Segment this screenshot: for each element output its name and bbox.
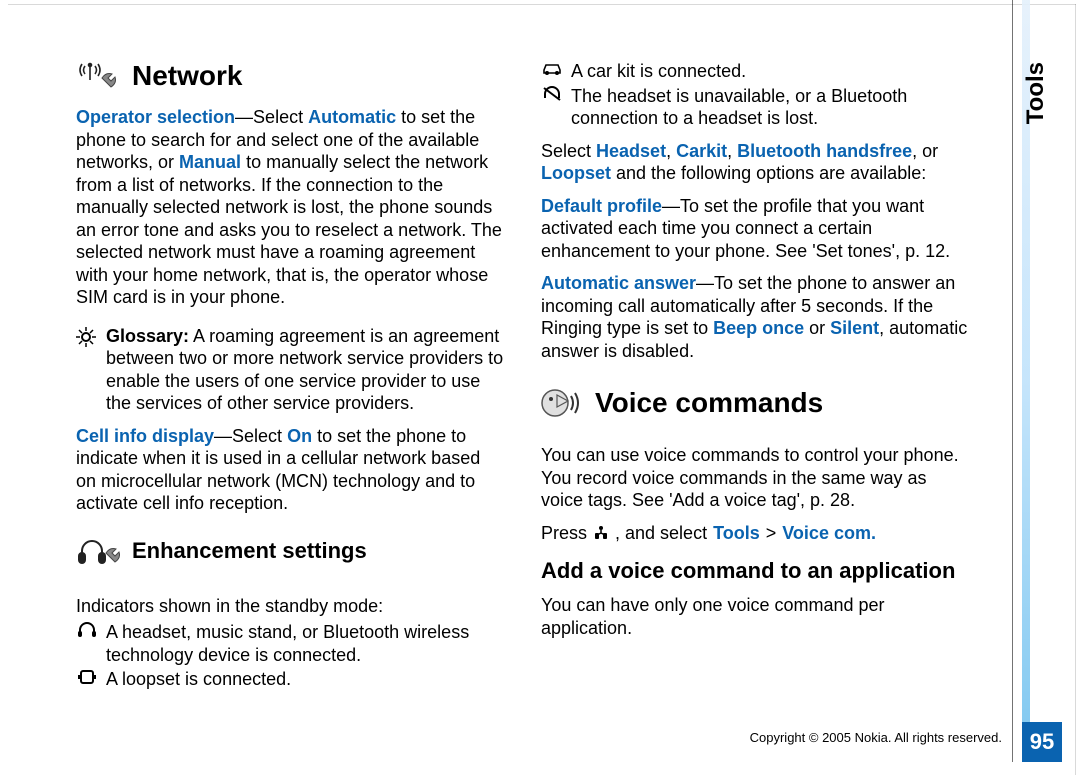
indicators-intro: Indicators shown in the standby mode: bbox=[76, 595, 505, 618]
headset-unavailable-icon bbox=[541, 86, 563, 102]
add-voice-command-text: You can have only one voice command per … bbox=[541, 594, 970, 639]
kw-manual: Manual bbox=[179, 152, 241, 172]
kw-default-profile: Default profile bbox=[541, 196, 662, 216]
select-enhancement-paragraph: Select Headset, Carkit, Bluetooth handsf… bbox=[541, 140, 970, 185]
kw-on: On bbox=[287, 426, 312, 446]
network-title: Network bbox=[132, 60, 242, 92]
headset-icon bbox=[76, 622, 98, 638]
kw-automatic: Automatic bbox=[308, 107, 396, 127]
carkit-icon bbox=[541, 61, 563, 75]
kw-bt-handsfree: Bluetooth handsfree bbox=[737, 141, 912, 161]
kw-silent: Silent bbox=[830, 318, 879, 338]
indicator-headset: A headset, music stand, or Bluetooth wir… bbox=[76, 621, 505, 666]
kw-cell-info-display: Cell info display bbox=[76, 426, 214, 446]
page-number: 95 bbox=[1022, 722, 1062, 762]
enhancement-heading: Enhancement settings bbox=[76, 535, 505, 567]
copyright-footer: Copyright © 2005 Nokia. All rights reser… bbox=[750, 730, 1002, 745]
kw-beep-once: Beep once bbox=[713, 318, 804, 338]
add-voice-command-subhead: Add a voice command to an application bbox=[541, 558, 970, 584]
right-column: A car kit is connected. The headset is u… bbox=[541, 60, 970, 708]
antenna-wrench-icon bbox=[76, 60, 120, 92]
automatic-answer-paragraph: Automatic answer—To set the phone to ans… bbox=[541, 272, 970, 362]
voice-face-icon bbox=[541, 386, 583, 420]
glossary-text: Glossary: A roaming agreement is an agre… bbox=[106, 325, 505, 415]
cell-info-paragraph: Cell info display—Select On to set the p… bbox=[76, 425, 505, 515]
enhancement-title: Enhancement settings bbox=[132, 538, 367, 564]
indicator-headset-unavailable: The headset is unavailable, or a Bluetoo… bbox=[541, 85, 970, 130]
voice-commands-title: Voice commands bbox=[595, 387, 823, 419]
voice-commands-heading: Voice commands bbox=[541, 386, 970, 420]
default-profile-paragraph: Default profile—To set the profile that … bbox=[541, 195, 970, 263]
kw-operator-selection: Operator selection bbox=[76, 107, 235, 127]
press-instruction: Press , and select Tools > Voice com. bbox=[541, 522, 970, 545]
headphones-wrench-icon bbox=[76, 535, 120, 567]
kw-headset: Headset bbox=[596, 141, 666, 161]
kw-carkit: Carkit bbox=[676, 141, 727, 161]
indicator-carkit: A car kit is connected. bbox=[541, 60, 970, 83]
left-column: Network Operator selection—Select Automa… bbox=[76, 60, 505, 708]
network-heading: Network bbox=[76, 60, 505, 92]
side-tab-label: Tools bbox=[1022, 62, 1050, 124]
loopset-icon bbox=[76, 669, 98, 685]
voice-commands-intro: You can use voice commands to control yo… bbox=[541, 444, 970, 512]
kw-loopset: Loopset bbox=[541, 163, 611, 183]
indicator-loopset: A loopset is connected. bbox=[76, 668, 505, 691]
glossary-block: Glossary: A roaming agreement is an agre… bbox=[76, 325, 505, 415]
tip-bulb-icon bbox=[76, 327, 96, 415]
menu-key-icon bbox=[593, 525, 609, 541]
kw-automatic-answer: Automatic answer bbox=[541, 273, 696, 293]
operator-selection-paragraph: Operator selection—Select Automatic to s… bbox=[76, 106, 505, 309]
kw-tools: Tools bbox=[713, 522, 760, 545]
kw-voice-com: Voice com. bbox=[782, 522, 876, 545]
side-thin-rule bbox=[1012, 0, 1013, 762]
